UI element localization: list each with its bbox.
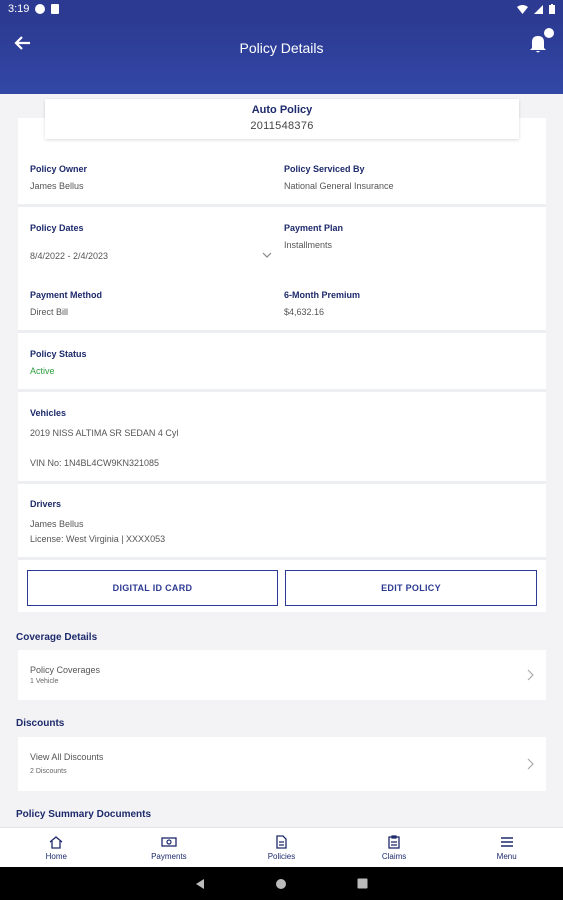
vehicles-label: Vehicles xyxy=(30,408,67,418)
system-home-icon[interactable] xyxy=(275,878,287,890)
policy-owner-label: Policy Owner xyxy=(30,164,88,174)
app-bar: Policy Details xyxy=(0,18,563,94)
system-back-icon[interactable] xyxy=(195,878,205,890)
chevron-down-icon[interactable] xyxy=(262,251,272,259)
driver-name: James Bellus xyxy=(30,519,84,529)
nav-claims-label: Claims xyxy=(381,851,407,861)
edit-policy-button[interactable]: EDIT POLICY xyxy=(285,570,537,606)
nav-menu-label: Menu xyxy=(496,851,517,861)
status-bar: 3:19 xyxy=(0,0,563,18)
policy-number: 2011548376 xyxy=(250,120,314,132)
premium-label: 6-Month Premium xyxy=(284,290,361,300)
nav-payments[interactable]: Payments xyxy=(113,828,226,867)
chevron-right-icon xyxy=(527,669,534,681)
battery-icon xyxy=(549,4,555,14)
serviced-by-value: National General Insurance xyxy=(284,181,394,191)
bottom-navigation: Home Payments Policies Claims Menu xyxy=(0,827,563,867)
signal-icon xyxy=(534,4,543,14)
driver-license: License: West Virginia | XXXX053 xyxy=(30,534,166,544)
policy-coverages-subtitle: 1 Vehicle xyxy=(30,678,59,685)
discounts-section-title: Discounts xyxy=(16,718,65,729)
home-icon xyxy=(49,835,63,849)
chevron-right-icon xyxy=(527,758,534,770)
system-recents-icon[interactable] xyxy=(357,878,368,889)
documents-section-title: Policy Summary Documents xyxy=(16,809,152,820)
divider xyxy=(18,481,546,484)
notification-badge xyxy=(544,28,554,38)
serviced-by-label: Policy Serviced By xyxy=(284,164,365,174)
payment-plan-label: Payment Plan xyxy=(284,223,344,233)
policies-icon xyxy=(276,834,288,849)
divider xyxy=(18,557,546,560)
discounts-row[interactable]: View All Discounts 2 Discounts xyxy=(18,737,546,791)
drivers-label: Drivers xyxy=(30,499,62,509)
notification-app-icon xyxy=(35,4,46,14)
discounts-subtitle: 2 Discounts xyxy=(30,768,67,775)
system-navigation-bar xyxy=(0,867,563,900)
policy-coverages-row[interactable]: Policy Coverages 1 Vehicle xyxy=(18,650,546,700)
payment-plan-value: Installments xyxy=(284,240,333,250)
nav-payments-label: Payments xyxy=(151,851,187,861)
nav-policies-label: Policies xyxy=(267,851,296,861)
discounts-title: View All Discounts xyxy=(30,752,104,762)
nav-policies[interactable]: Policies xyxy=(225,828,338,867)
hamburger-menu-icon xyxy=(500,836,513,847)
notification-file-icon xyxy=(51,4,60,14)
payment-method-value: Direct Bill xyxy=(30,307,69,317)
nav-home-label: Home xyxy=(45,851,67,861)
status-time: 3:19 xyxy=(8,3,30,15)
policy-status-label: Policy Status xyxy=(30,349,87,359)
coverage-section-title: Coverage Details xyxy=(16,632,98,643)
policy-owner-value: James Bellus xyxy=(30,181,84,191)
nav-claims[interactable]: Claims xyxy=(338,828,451,867)
divider xyxy=(18,389,546,392)
policy-type: Auto Policy xyxy=(251,104,313,116)
payment-method-label: Payment Method xyxy=(30,290,103,300)
policy-header: Auto Policy 2011548376 xyxy=(45,99,519,139)
digital-id-card-button[interactable]: DIGITAL ID CARD xyxy=(27,570,278,606)
nav-home[interactable]: Home xyxy=(0,828,113,867)
page-title: Policy Details xyxy=(239,40,324,56)
policy-coverages-title: Policy Coverages xyxy=(30,665,101,675)
policy-dates-label: Policy Dates xyxy=(30,223,84,233)
premium-value: $4,632.16 xyxy=(284,307,325,317)
vehicle-vin: VIN No: 1N4BL4CW9KN321085 xyxy=(30,458,160,468)
notifications-button[interactable] xyxy=(527,28,554,54)
claims-icon xyxy=(388,834,400,849)
divider xyxy=(18,330,546,333)
nav-menu[interactable]: Menu xyxy=(450,828,563,867)
payments-icon xyxy=(161,836,177,847)
policy-status-value: Active xyxy=(30,366,55,376)
wifi-icon xyxy=(517,4,528,14)
policy-dates-value[interactable]: 8/4/2022 - 2/4/2023 xyxy=(30,251,108,261)
vehicle-name: 2019 NISS ALTIMA SR SEDAN 4 Cyl xyxy=(30,428,179,438)
divider xyxy=(18,204,546,207)
